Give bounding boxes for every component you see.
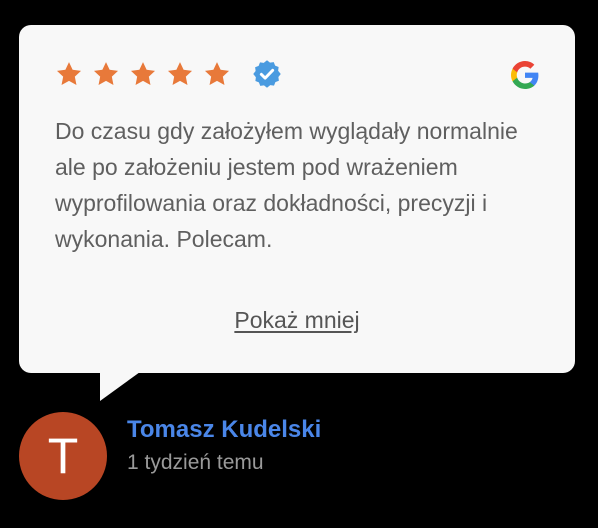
star-icon — [204, 62, 230, 85]
review-text: Do czasu gdy założyłem wyglądały normaln… — [55, 118, 518, 252]
star-icon — [130, 62, 156, 85]
star-icon — [93, 62, 119, 85]
author-name[interactable]: Tomasz Kudelski — [127, 415, 321, 445]
review-date: 1 tydzień temu — [127, 451, 264, 474]
star-rating — [55, 59, 282, 89]
google-icon — [511, 61, 539, 89]
review-card: Do czasu gdy założyłem wyglądały normaln… — [19, 25, 575, 373]
avatar: T — [19, 412, 107, 500]
review-widget: Do czasu gdy założyłem wyglądały normaln… — [0, 0, 598, 528]
verified-badge-icon — [253, 60, 281, 88]
star-icon — [167, 62, 193, 85]
show-less-link[interactable]: Pokaż mniej — [19, 306, 575, 334]
star-icon — [56, 62, 82, 85]
speech-bubble-tail — [100, 372, 140, 401]
